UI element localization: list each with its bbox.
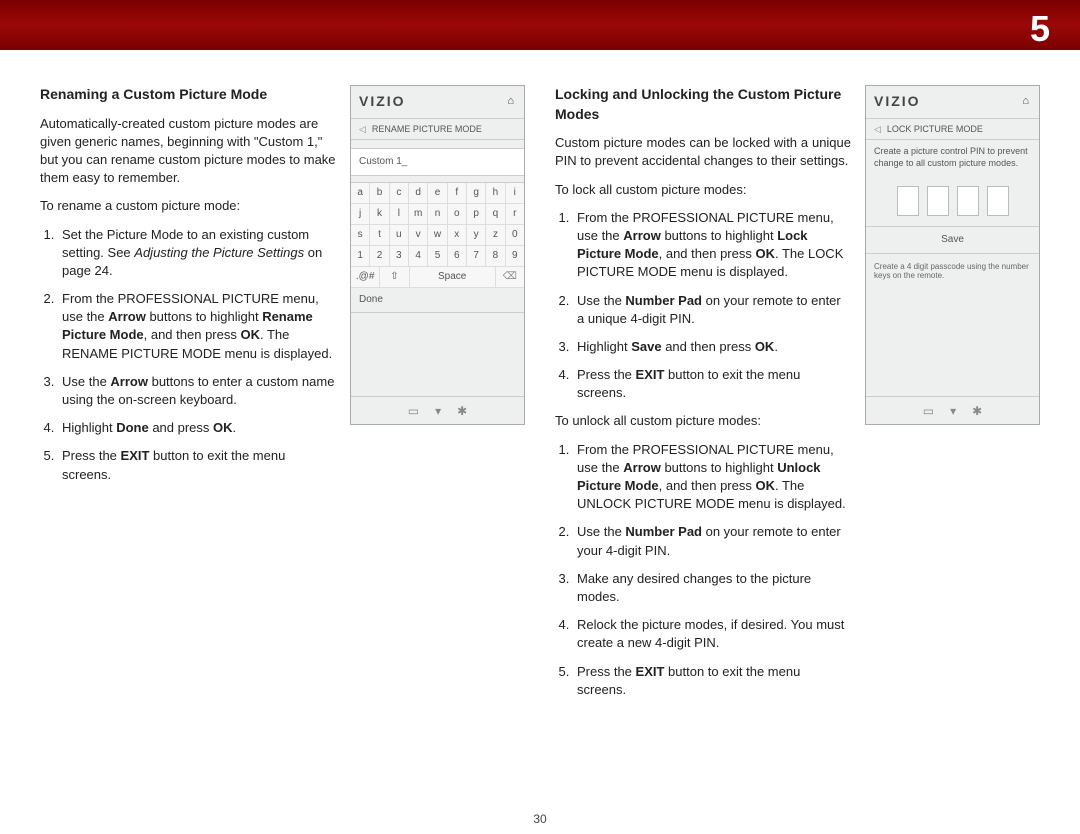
list-item: Use the Number Pad on your remote to ent…	[573, 292, 851, 328]
left-steps: Set the Picture Mode to an existing cust…	[40, 226, 336, 484]
keyboard-shift: ⇧	[380, 267, 409, 288]
keyboard-key: d	[409, 183, 428, 204]
save-row: Save	[866, 226, 1039, 254]
list-item: Press the EXIT button to exit the menu s…	[573, 366, 851, 402]
keyboard-key: a	[351, 183, 370, 204]
list-item: Make any desired changes to the picture …	[573, 570, 851, 606]
list-item: Press the EXIT button to exit the menu s…	[58, 447, 336, 483]
list-item: From the PROFESSIONAL PICTURE menu, use …	[573, 209, 851, 282]
keyboard-key: 9	[506, 246, 524, 267]
lock-steps: From the PROFESSIONAL PICTURE menu, use …	[555, 209, 851, 403]
keyboard-key: 2	[370, 246, 389, 267]
keyboard-key: 4	[409, 246, 428, 267]
pin-box	[897, 186, 919, 216]
back-icon	[359, 123, 366, 136]
page-number: 30	[0, 811, 1080, 828]
keyboard-key: m	[409, 204, 428, 225]
keyboard-key: j	[351, 204, 370, 225]
keyboard-key: g	[467, 183, 486, 204]
keyboard-key: 6	[448, 246, 467, 267]
home-icon: ⌂	[507, 94, 516, 109]
right-heading: Locking and Unlocking the Custom Picture…	[555, 85, 851, 124]
keyboard-key: h	[486, 183, 505, 204]
keyboard-key: 5	[428, 246, 447, 267]
wide-icon	[408, 403, 419, 420]
device-brand: VIZIO	[359, 92, 406, 112]
keyboard-key: k	[370, 204, 389, 225]
keyboard-key: 0	[506, 225, 524, 246]
pin-box	[957, 186, 979, 216]
pin-box	[987, 186, 1009, 216]
device-footer-icons	[866, 396, 1039, 424]
keyboard-key: z	[486, 225, 505, 246]
keyboard-sym: .@#	[351, 267, 380, 288]
keyboard-key: n	[428, 204, 447, 225]
lock-lead: To lock all custom picture modes:	[555, 181, 851, 199]
list-item: Use the Arrow buttons to enter a custom …	[58, 373, 336, 409]
keyboard-key: u	[390, 225, 409, 246]
left-lead: To rename a custom picture mode:	[40, 197, 336, 215]
keyboard-key: 1	[351, 246, 370, 267]
chapter-bar: 5	[0, 0, 1080, 50]
lock-message: Create a picture control PIN to prevent …	[866, 140, 1039, 175]
keyboard-key: o	[448, 204, 467, 225]
left-heading: Renaming a Custom Picture Mode	[40, 85, 336, 105]
keyboard-key: 3	[390, 246, 409, 267]
keyboard-done: Done	[351, 288, 524, 313]
keyboard-key: f	[448, 183, 467, 204]
gear-icon	[972, 403, 982, 420]
keyboard-key: b	[370, 183, 389, 204]
pin-hint: Create a 4 digit passcode using the numb…	[866, 254, 1039, 289]
keyboard-key: s	[351, 225, 370, 246]
keyboard-key: r	[506, 204, 524, 225]
list-item: Set the Picture Mode to an existing cust…	[58, 226, 336, 281]
cc-icon	[950, 403, 956, 420]
right-intro: Custom picture modes can be locked with …	[555, 134, 851, 170]
list-item: Highlight Save and then press OK.	[573, 338, 851, 356]
keyboard-key: 7	[467, 246, 486, 267]
device-footer-icons	[351, 396, 524, 424]
pin-box	[927, 186, 949, 216]
right-column: Locking and Unlocking the Custom Picture…	[555, 85, 1040, 709]
keyboard-key: v	[409, 225, 428, 246]
keyboard-key: y	[467, 225, 486, 246]
list-item: Press the EXIT button to exit the menu s…	[573, 663, 851, 699]
pin-entry-row	[866, 176, 1039, 226]
keyboard-key: t	[370, 225, 389, 246]
keyboard-space: Space	[410, 267, 496, 288]
home-icon: ⌂	[1022, 94, 1031, 109]
onscreen-keyboard: abcdefghi jklmnopqr stuvwxyz0 123456789 .@#⇧…	[351, 182, 524, 288]
chapter-number: 5	[1030, 4, 1050, 54]
device-screen-title: LOCK PICTURE MODE	[887, 123, 983, 136]
keyboard-key: i	[506, 183, 524, 204]
wide-icon	[923, 403, 934, 420]
keyboard-key: c	[390, 183, 409, 204]
gear-icon	[457, 403, 467, 420]
back-icon	[874, 123, 881, 136]
rename-input-field: Custom 1_	[351, 148, 524, 176]
unlock-lead: To unlock all custom picture modes:	[555, 412, 851, 430]
cc-icon	[435, 403, 441, 420]
list-item: From the PROFESSIONAL PICTURE menu, use …	[58, 290, 336, 363]
rename-device-mock: VIZIO ⌂ RENAME PICTURE MODE Custom 1_ ab…	[350, 85, 525, 425]
device-brand: VIZIO	[874, 92, 921, 112]
keyboard-key: x	[448, 225, 467, 246]
list-item: From the PROFESSIONAL PICTURE menu, use …	[573, 441, 851, 514]
keyboard-key: l	[390, 204, 409, 225]
list-item: Highlight Done and press OK.	[58, 419, 336, 437]
keyboard-backspace-icon	[496, 267, 524, 288]
left-intro: Automatically-created custom picture mod…	[40, 115, 336, 188]
keyboard-key: p	[467, 204, 486, 225]
unlock-steps: From the PROFESSIONAL PICTURE menu, use …	[555, 441, 851, 699]
left-column: Renaming a Custom Picture Mode Automatic…	[40, 85, 525, 709]
lock-device-mock: VIZIO ⌂ LOCK PICTURE MODE Create a pictu…	[865, 85, 1040, 425]
list-item: Use the Number Pad on your remote to ent…	[573, 523, 851, 559]
device-screen-title: RENAME PICTURE MODE	[372, 123, 482, 136]
keyboard-key: w	[428, 225, 447, 246]
keyboard-key: 8	[486, 246, 505, 267]
keyboard-key: e	[428, 183, 447, 204]
list-item: Relock the picture modes, if desired. Yo…	[573, 616, 851, 652]
keyboard-key: q	[486, 204, 505, 225]
